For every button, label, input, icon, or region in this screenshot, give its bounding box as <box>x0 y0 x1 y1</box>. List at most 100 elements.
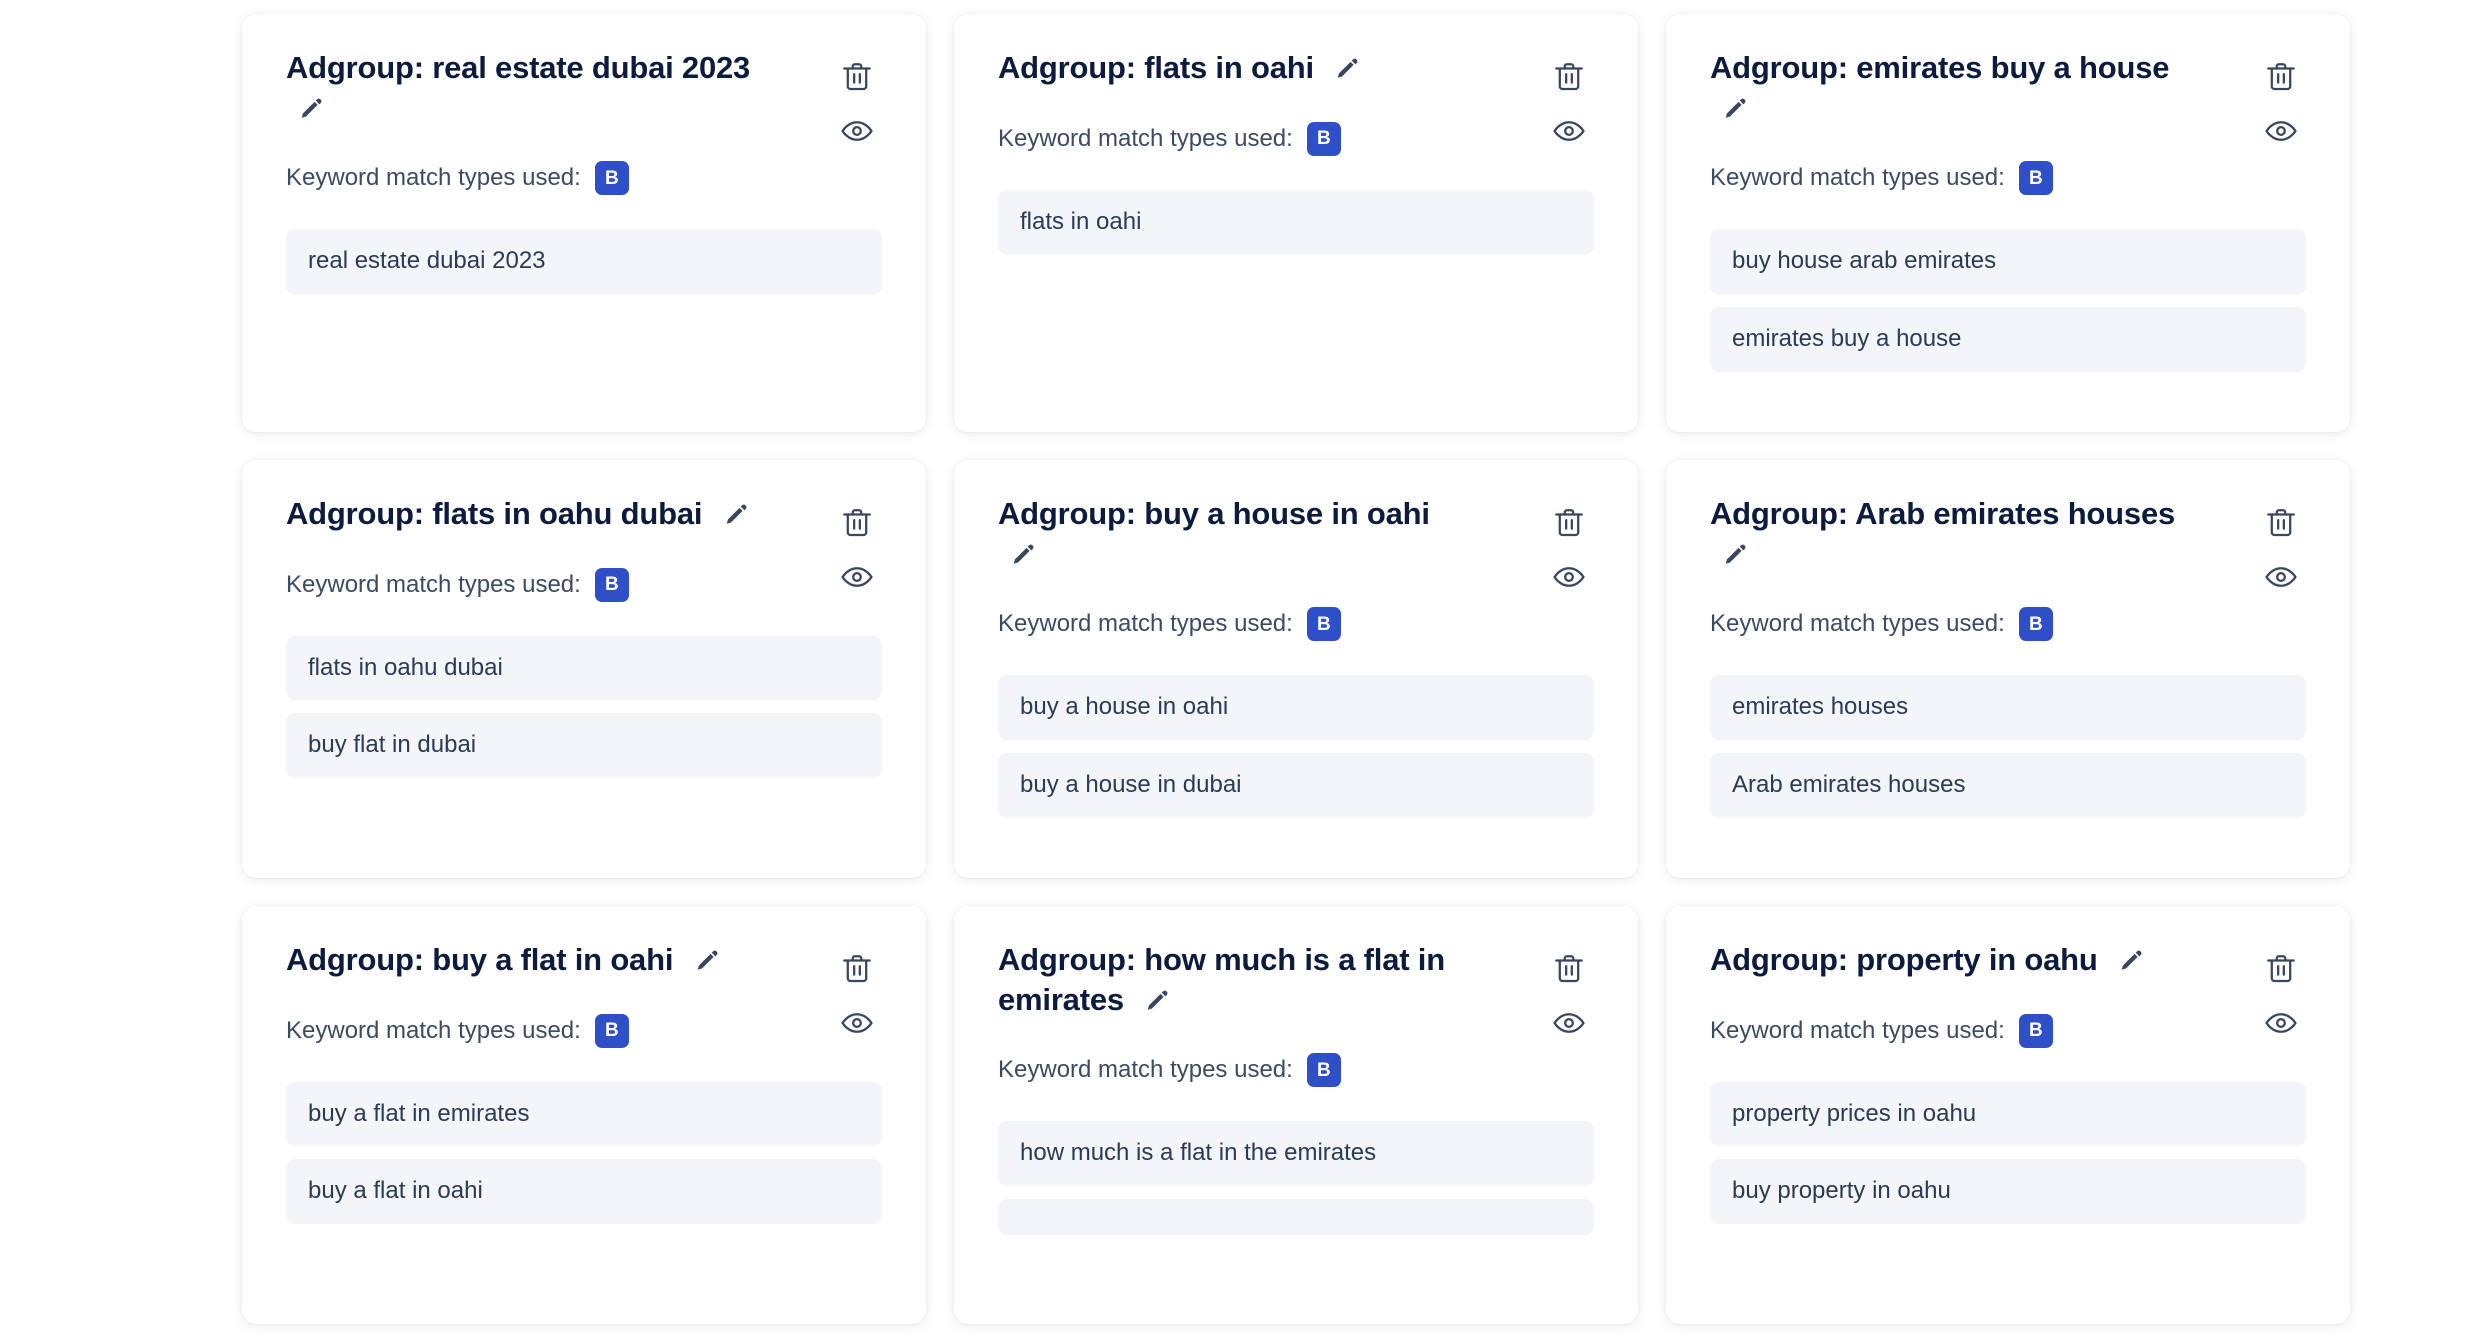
match-types-row: Keyword match types used: B <box>1710 161 2306 196</box>
eye-icon[interactable] <box>1552 114 1586 148</box>
match-type-badges: B <box>594 161 629 196</box>
keyword-pill[interactable]: flats in oahu dubai <box>286 635 882 701</box>
keyword-list: emirates houses Arab emirates houses <box>1710 675 2306 818</box>
match-type-badge-broad[interactable]: B <box>1306 121 1341 156</box>
adgroup-card-cell-1: Adgroup: flats in oahi Keyword match typ… <box>940 0 1652 446</box>
card-title-text: Adgroup: buy a flat in oahi <box>286 942 682 977</box>
adgroup-card-cell-7: Adgroup: how much is a flat in emirates … <box>940 892 1652 1338</box>
match-types-row: Keyword match types used: B <box>998 607 1594 642</box>
trash-icon[interactable] <box>840 952 874 986</box>
match-types-label: Keyword match types used: <box>998 124 1293 152</box>
eye-icon[interactable] <box>2264 1006 2298 1040</box>
match-types-label: Keyword match types used: <box>998 1056 1293 1084</box>
pencil-icon[interactable] <box>1144 987 1170 1013</box>
adgroup-card: Adgroup: real estate dubai 2023 Keyword … <box>242 14 926 432</box>
pencil-icon[interactable] <box>1010 541 1036 567</box>
trash-icon[interactable] <box>2264 506 2298 540</box>
match-type-badge-broad[interactable]: B <box>1306 607 1341 642</box>
adgroup-card: Adgroup: property in oahu Keyword match … <box>1666 906 2350 1324</box>
keyword-pill[interactable]: Arab emirates houses <box>1710 753 2306 818</box>
adgroup-card-cell-0: Adgroup: real estate dubai 2023 Keyword … <box>228 0 940 446</box>
match-type-badge-broad[interactable]: B <box>2018 1013 2053 1048</box>
adgroup-card-cell-2: Adgroup: emirates buy a house Keyword ma… <box>1652 0 2364 446</box>
keyword-pill[interactable]: how much is a flat in the emirates <box>998 1121 1594 1187</box>
eye-icon[interactable] <box>2264 114 2298 148</box>
keyword-pill[interactable]: buy property in oahu <box>1710 1159 2306 1225</box>
keyword-pill[interactable]: buy a house in dubai <box>998 753 1594 818</box>
eye-icon[interactable] <box>2264 560 2298 594</box>
match-types-row: Keyword match types used: B <box>1710 1013 2306 1048</box>
card-actions <box>2264 60 2298 148</box>
match-types-label: Keyword match types used: <box>286 1016 581 1044</box>
pencil-icon[interactable] <box>298 95 324 121</box>
match-type-badge-broad[interactable]: B <box>2018 161 2053 196</box>
eye-icon[interactable] <box>1552 560 1586 594</box>
eye-icon[interactable] <box>840 1006 874 1040</box>
card-title-text: Adgroup: flats in oahu dubai <box>286 496 711 531</box>
match-types-row: Keyword match types used: B <box>998 1053 1594 1088</box>
card-title-text: Adgroup: Arab emirates houses <box>1710 496 2176 531</box>
match-type-badges: B <box>2018 1013 2053 1048</box>
eye-icon[interactable] <box>840 114 874 148</box>
match-type-badge-broad[interactable]: B <box>2018 607 2053 642</box>
trash-icon[interactable] <box>1552 952 1586 986</box>
keyword-list: real estate dubai 2023 <box>286 229 882 295</box>
match-type-badge-broad[interactable]: B <box>594 567 629 602</box>
adgroup-card: Adgroup: Arab emirates houses Keyword ma… <box>1666 460 2350 878</box>
pencil-icon[interactable] <box>1722 541 1748 567</box>
keyword-pill[interactable]: buy a house in oahi <box>998 675 1594 741</box>
eye-icon[interactable] <box>840 560 874 594</box>
match-types-row: Keyword match types used: B <box>1710 607 2306 642</box>
keyword-pill[interactable]: real estate dubai 2023 <box>286 229 882 295</box>
trash-icon[interactable] <box>840 506 874 540</box>
card-title: Adgroup: property in oahu <box>1710 940 2306 980</box>
trash-icon[interactable] <box>2264 952 2298 986</box>
adgroup-card: Adgroup: flats in oahu dubai Keyword mat… <box>242 460 926 878</box>
card-title: Adgroup: buy a flat in oahi <box>286 940 882 980</box>
pencil-icon[interactable] <box>694 947 720 973</box>
keyword-pill[interactable]: property prices in oahu <box>1710 1081 2306 1147</box>
adgroup-card: Adgroup: emirates buy a house Keyword ma… <box>1666 14 2350 432</box>
adgroup-card: Adgroup: buy a house in oahi Keyword mat… <box>954 460 1638 878</box>
adgroup-card-cell-6: Adgroup: buy a flat in oahi Keyword matc… <box>228 892 940 1338</box>
trash-icon[interactable] <box>840 60 874 94</box>
trash-icon[interactable] <box>2264 60 2298 94</box>
pencil-icon[interactable] <box>723 501 749 527</box>
card-title-text: Adgroup: buy a house in oahi <box>998 496 1430 531</box>
match-type-badges: B <box>1306 607 1341 642</box>
match-type-badge-broad[interactable]: B <box>1306 1053 1341 1088</box>
keyword-list: how much is a flat in the emirates <box>998 1121 1594 1236</box>
match-type-badges: B <box>1306 121 1341 156</box>
adgroup-card: Adgroup: flats in oahi Keyword match typ… <box>954 14 1638 432</box>
keyword-pill[interactable] <box>998 1199 1594 1236</box>
keyword-pill[interactable]: emirates houses <box>1710 675 2306 741</box>
keyword-pill[interactable]: buy a flat in emirates <box>286 1081 882 1147</box>
trash-icon[interactable] <box>1552 60 1586 94</box>
pencil-icon[interactable] <box>1722 95 1748 121</box>
keyword-pill[interactable]: flats in oahi <box>998 189 1594 255</box>
keyword-list: flats in oahi <box>998 189 1594 255</box>
keyword-list: buy house arab emirates emirates buy a ho… <box>1710 229 2306 372</box>
trash-icon[interactable] <box>1552 506 1586 540</box>
adgroup-card-cell-4: Adgroup: buy a house in oahi Keyword mat… <box>940 446 1652 892</box>
card-title: Adgroup: Arab emirates houses <box>1710 494 2306 573</box>
keyword-list: buy a house in oahi buy a house in dubai <box>998 675 1594 818</box>
pencil-icon[interactable] <box>1334 55 1360 81</box>
eye-icon[interactable] <box>1552 1006 1586 1040</box>
keyword-pill[interactable]: emirates buy a house <box>1710 307 2306 372</box>
card-actions <box>1552 60 1586 148</box>
card-title: Adgroup: real estate dubai 2023 <box>286 48 882 127</box>
card-title: Adgroup: buy a house in oahi <box>998 494 1594 573</box>
card-title-text: Adgroup: how much is a flat in emirates <box>998 942 1445 1017</box>
card-actions <box>2264 506 2298 594</box>
pencil-icon[interactable] <box>2118 947 2144 973</box>
adgroup-card-grid: Adgroup: real estate dubai 2023 Keyword … <box>228 0 2492 1338</box>
keyword-pill[interactable]: buy a flat in oahi <box>286 1159 882 1225</box>
match-types-row: Keyword match types used: B <box>286 567 882 602</box>
match-type-badge-broad[interactable]: B <box>594 161 629 196</box>
keyword-pill[interactable]: buy flat in dubai <box>286 713 882 779</box>
match-types-label: Keyword match types used: <box>1710 610 2005 638</box>
match-type-badge-broad[interactable]: B <box>594 1013 629 1048</box>
keyword-pill[interactable]: buy house arab emirates <box>1710 229 2306 295</box>
card-title: Adgroup: flats in oahu dubai <box>286 494 882 534</box>
